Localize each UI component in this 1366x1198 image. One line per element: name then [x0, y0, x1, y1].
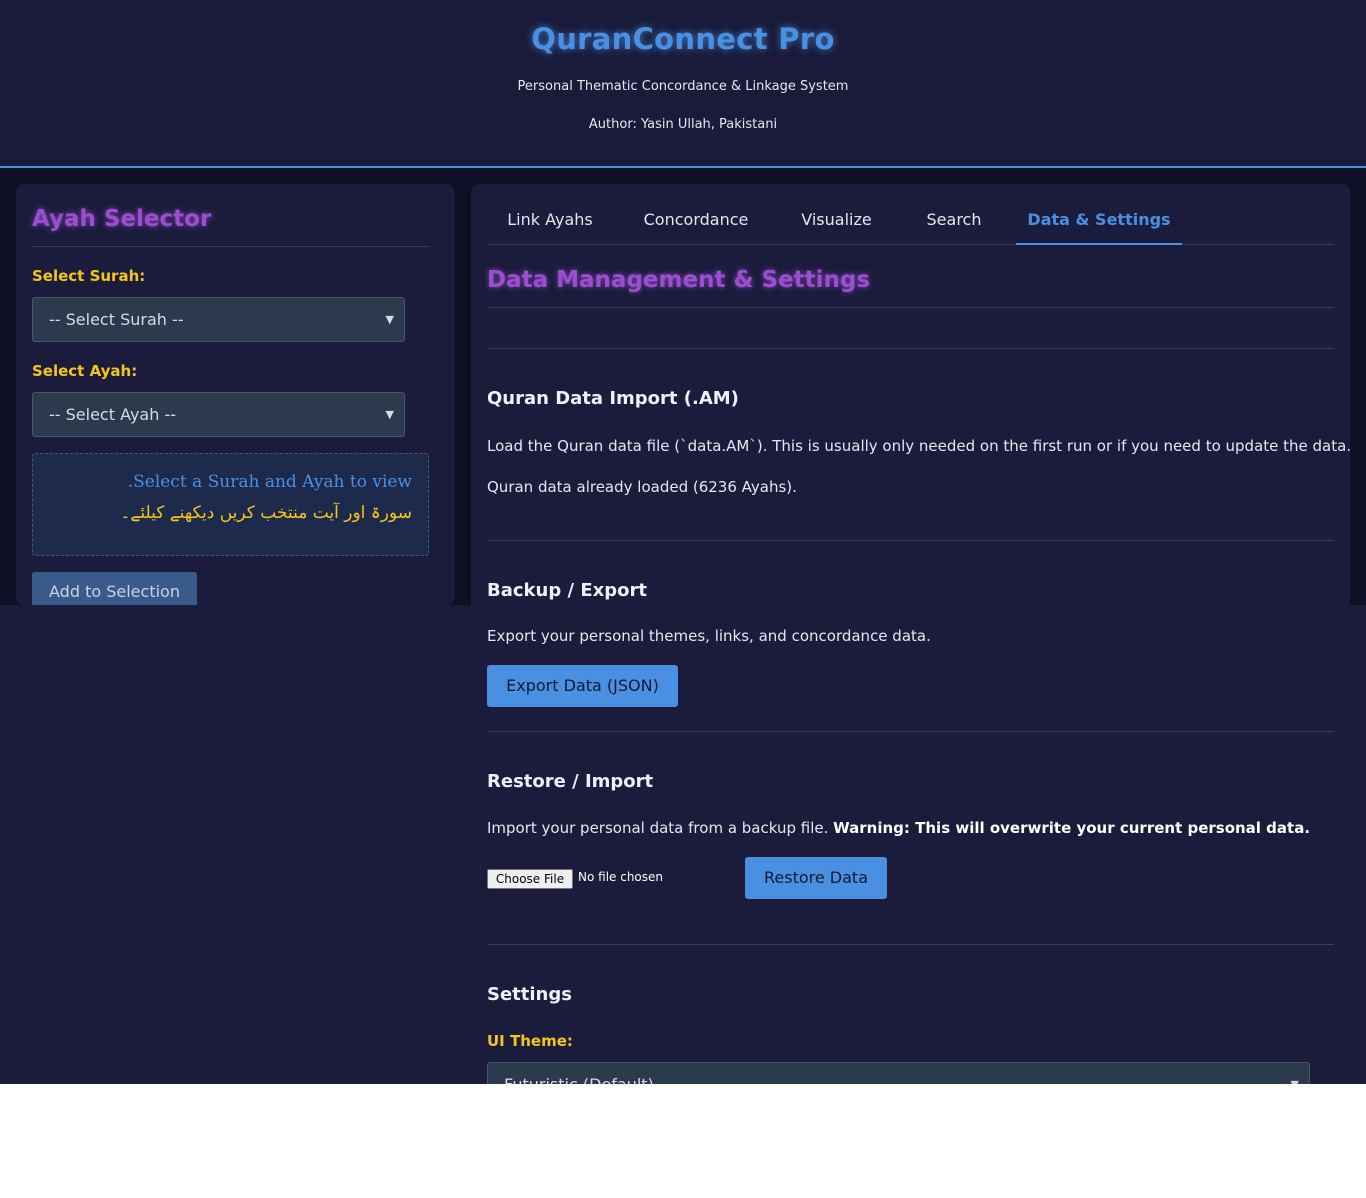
- tab-data-settings[interactable]: Data & Settings: [1016, 200, 1182, 245]
- ayah-display-box: .Select a Surah and Ayah to view سورۃ او…: [32, 453, 429, 556]
- export-data-button[interactable]: Export Data (JSON): [487, 665, 678, 707]
- backup-description: Export your personal themes, links, and …: [487, 627, 931, 645]
- ayah-selector-panel: Ayah Selector Select Surah: -- Select Su…: [16, 184, 455, 605]
- surah-select[interactable]: -- Select Surah -- ▼: [32, 297, 405, 342]
- import-description: Load the Quran data file (`data.AM`). Th…: [487, 437, 1350, 455]
- divider: [32, 246, 429, 247]
- app-header: QuranConnect Pro Personal Thematic Conco…: [0, 0, 1366, 168]
- main-panel: Link Ayahs Concordance Visualize Search …: [471, 184, 1350, 1084]
- ui-theme-select-value: Futuristic (Default): [504, 1075, 654, 1084]
- restore-section-title: Restore / Import: [487, 771, 654, 792]
- ayah-display-hint-english: .Select a Surah and Ayah to view: [127, 472, 412, 492]
- ui-theme-label: UI Theme:: [487, 1032, 573, 1050]
- tab-visualize[interactable]: Visualize: [784, 200, 889, 243]
- app-subtitle: Personal Thematic Concordance & Linkage …: [517, 79, 849, 94]
- restore-data-button[interactable]: Restore Data: [745, 857, 887, 899]
- app-title: QuranConnect Pro: [531, 22, 835, 56]
- restore-description: Import your personal data from a backup …: [487, 819, 1310, 837]
- tab-search[interactable]: Search: [911, 200, 997, 243]
- ayah-selector-heading: Ayah Selector: [32, 206, 212, 232]
- chevron-down-icon: ▼: [385, 313, 394, 326]
- import-section-title: Quran Data Import (.AM): [487, 388, 739, 409]
- restore-warning: Warning: This will overwrite your curren…: [833, 819, 1311, 837]
- app-window: QuranConnect Pro Personal Thematic Conco…: [0, 0, 1366, 1084]
- ayah-select-value: -- Select Ayah --: [49, 405, 176, 424]
- page-background: [0, 1084, 1366, 1198]
- divider: [487, 731, 1334, 732]
- surah-label: Select Surah:: [32, 267, 146, 285]
- app-author: Author: Yasin Ullah, Pakistani: [588, 117, 778, 132]
- file-status: No file chosen: [578, 870, 664, 884]
- restore-description-text: Import your personal data from a backup …: [487, 819, 834, 837]
- surah-select-value: -- Select Surah --: [49, 310, 184, 329]
- page-title: Data Management & Settings: [487, 267, 871, 293]
- add-to-selection-button[interactable]: Add to Selection: [32, 572, 197, 605]
- tab-link-ayahs[interactable]: Link Ayahs: [487, 200, 613, 243]
- ui-theme-select[interactable]: Futuristic (Default) ▼: [487, 1062, 1310, 1084]
- ayah-label: Select Ayah:: [32, 362, 138, 380]
- chevron-down-icon: ▼: [385, 408, 394, 421]
- divider: [487, 944, 1334, 945]
- divider: [487, 307, 1334, 308]
- divider: [487, 540, 1334, 541]
- settings-section-title: Settings: [487, 984, 572, 1005]
- backup-section-title: Backup / Export: [487, 580, 647, 601]
- tab-concordance[interactable]: Concordance: [631, 200, 761, 243]
- import-status: Quran data already loaded (6236 Ayahs).: [487, 478, 797, 496]
- chevron-down-icon: ▼: [1291, 1063, 1299, 1084]
- choose-file-button[interactable]: Choose File: [487, 869, 573, 889]
- ayah-display-hint-urdu: سورۃ اور آیت منتخب کریں دیکھنے کیلئے۔: [120, 503, 412, 523]
- divider: [487, 348, 1334, 349]
- ayah-select[interactable]: -- Select Ayah -- ▼: [32, 392, 405, 437]
- tab-bar: Link Ayahs Concordance Visualize Search …: [487, 200, 1334, 245]
